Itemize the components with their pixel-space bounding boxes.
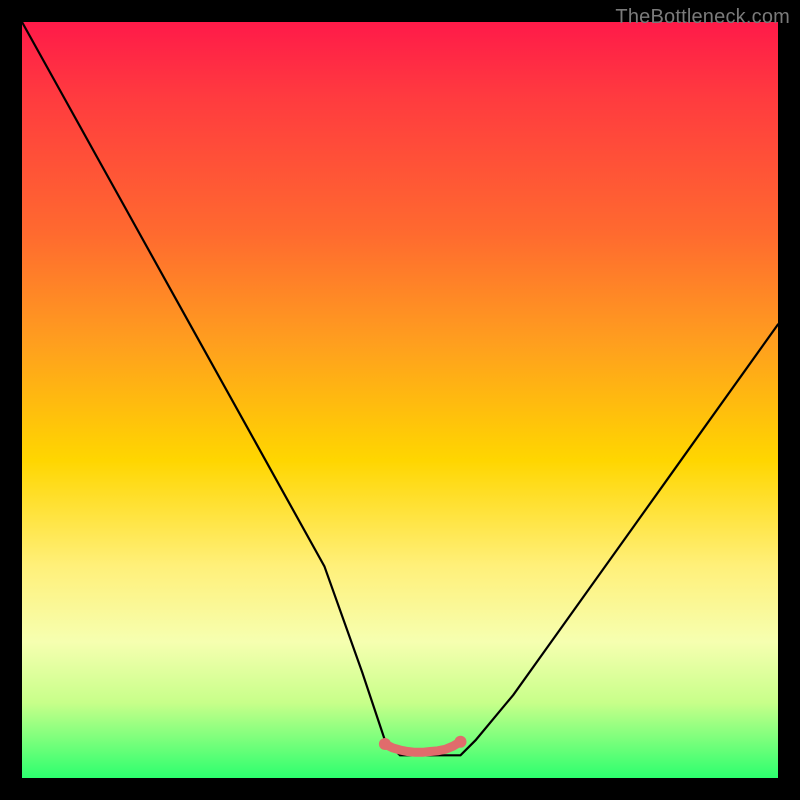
valley-marker-dot <box>379 738 391 750</box>
valley-marker-dot <box>455 736 467 748</box>
bottleneck-curve <box>22 22 778 755</box>
chart-frame: TheBottleneck.com <box>0 0 800 800</box>
valley-marker <box>385 742 461 753</box>
chart-plot-area <box>22 22 778 778</box>
chart-svg <box>22 22 778 778</box>
watermark-text: TheBottleneck.com <box>615 6 790 29</box>
